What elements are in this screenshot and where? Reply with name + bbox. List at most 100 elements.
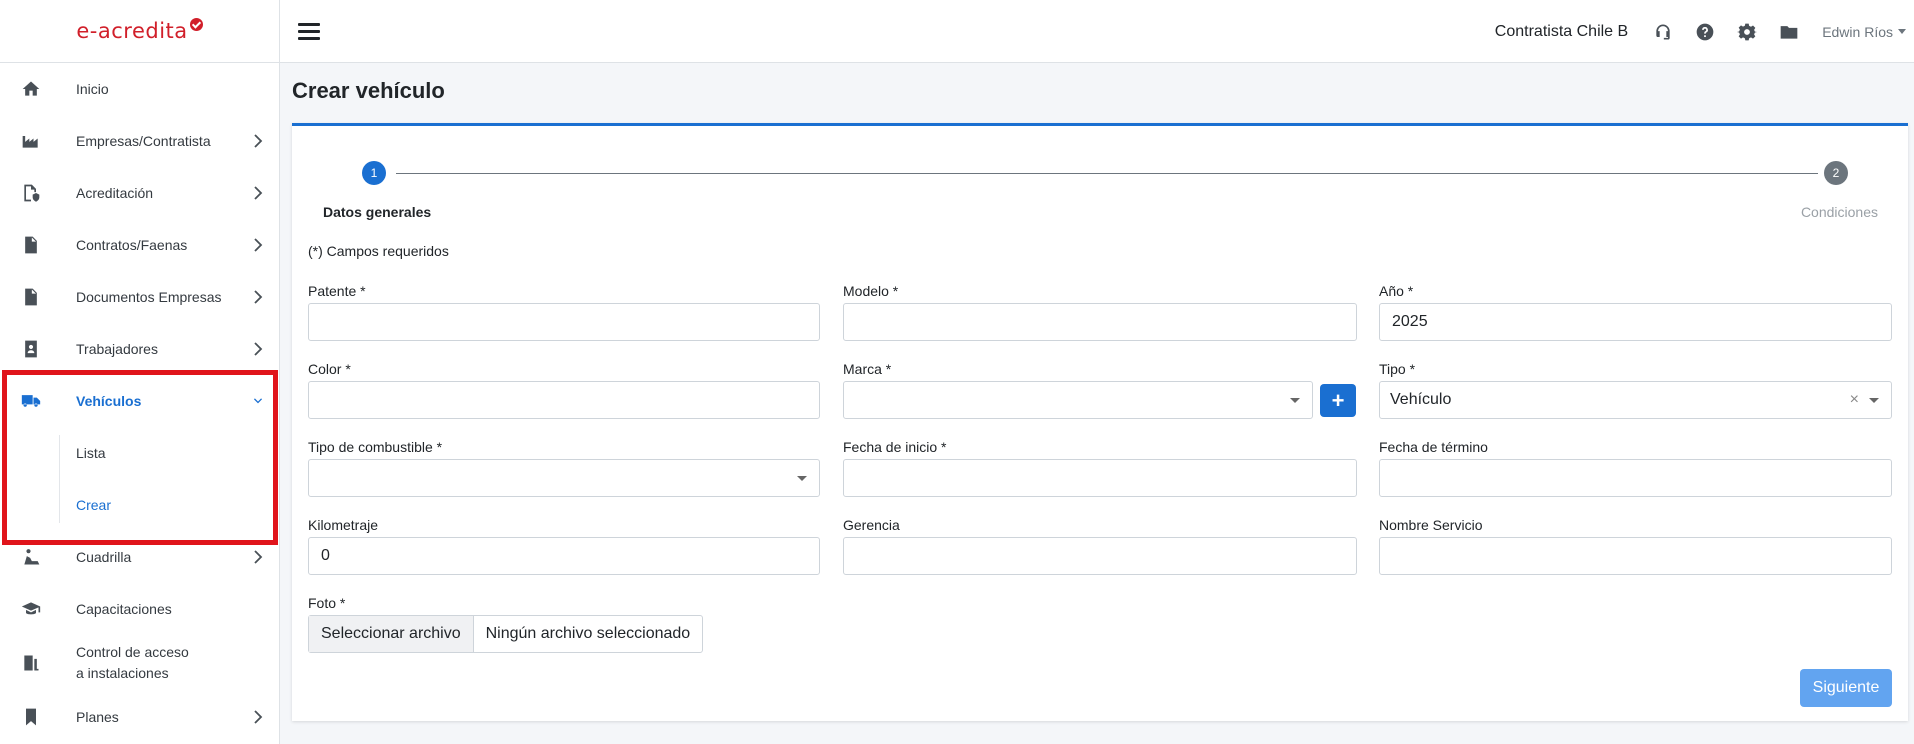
file-shield-icon: [20, 182, 42, 204]
sidebar-item-inicio[interactable]: Inicio: [0, 63, 279, 115]
step-1-label: Datos generales: [323, 204, 432, 220]
sidebar-item-cuadrilla[interactable]: Cuadrilla: [0, 531, 279, 583]
submenu-divider: [59, 435, 60, 523]
hamburger-menu-icon[interactable]: [298, 20, 320, 42]
caret-down-icon: [1898, 29, 1906, 34]
patente-label: Patente *: [308, 283, 366, 299]
sidebar-item-label: Control de acceso a instalaciones: [76, 642, 189, 684]
sidebar-item-label: Documentos Empresas: [76, 289, 222, 305]
topbar-right: Contratista Chile B Edwin Ríos: [1495, 0, 1906, 63]
sidebar-subitem-lista[interactable]: Lista: [0, 427, 279, 479]
combustible-label: Tipo de combustible *: [308, 439, 443, 455]
sidebar-subitem-crear[interactable]: Crear: [0, 479, 279, 531]
brand-name: e-acredita: [76, 19, 188, 43]
gear-icon[interactable]: [1736, 21, 1758, 43]
home-icon: [20, 78, 42, 100]
kilometraje-label: Kilometraje: [308, 517, 379, 533]
patente-input[interactable]: [308, 303, 820, 341]
sidebar-item-empresas[interactable]: Empresas/Contratista: [0, 115, 279, 167]
step-2-circle[interactable]: 2: [1824, 161, 1848, 185]
sidebar-item-label: Trabajadores: [76, 341, 158, 357]
modelo-label: Modelo *: [843, 283, 899, 299]
sidebar-item-label: Inicio: [76, 81, 109, 97]
tipo-select-value: Vehículo: [1390, 391, 1452, 408]
contract-icon: [20, 234, 42, 256]
sidebar-item-label: Planes: [76, 709, 119, 725]
sidebar-item-label: Acreditación: [76, 185, 154, 201]
sidebar-item-trabajadores[interactable]: Trabajadores: [0, 323, 279, 375]
fecha-inicio-input[interactable]: [843, 459, 1357, 497]
combustible-select[interactable]: [308, 459, 820, 497]
dropdown-arrow-icon: [1869, 398, 1879, 403]
gerencia-input[interactable]: [843, 537, 1357, 575]
next-button[interactable]: Siguiente: [1800, 669, 1892, 707]
nombre-servicio-input[interactable]: [1379, 537, 1892, 575]
marca-select[interactable]: [843, 381, 1313, 419]
bookmark-icon: [20, 706, 42, 728]
industry-icon: [20, 130, 42, 152]
fecha-termino-input[interactable]: [1379, 459, 1892, 497]
folder-icon[interactable]: [1778, 21, 1800, 43]
file-name-text: Ningún archivo seleccionado: [485, 625, 691, 642]
sidebar-item-capacitaciones[interactable]: Capacitaciones: [0, 583, 279, 635]
gerencia-label: Gerencia: [843, 517, 900, 533]
question-icon[interactable]: [1694, 21, 1716, 43]
nombre-servicio-label: Nombre Servicio: [1379, 517, 1483, 533]
page-title: Crear vehículo: [292, 78, 445, 103]
sidebar-subitem-label: Lista: [76, 445, 106, 461]
sidebar-item-documentos[interactable]: Documentos Empresas: [0, 271, 279, 323]
chevron-right-icon: [253, 134, 263, 148]
chevron-right-icon: [253, 186, 263, 200]
user-name: Edwin Ríos: [1822, 23, 1893, 40]
chevron-right-icon: [253, 238, 263, 252]
id-badge-icon: [20, 338, 42, 360]
sidebar-item-control-acceso[interactable]: Control de acceso a instalaciones: [0, 635, 279, 691]
sidebar-item-label-line2: a instalaciones: [76, 665, 169, 681]
brand-logo[interactable]: e-acredita: [0, 0, 279, 63]
sidebar-item-label: Empresas/Contratista: [76, 133, 211, 149]
sidebar-item-planes[interactable]: Planes: [0, 691, 279, 743]
select-file-button[interactable]: Seleccionar archivo: [309, 616, 474, 652]
chevron-right-icon: [253, 710, 263, 724]
sidebar-item-label-line1: Control de acceso: [76, 644, 189, 660]
tipo-label: Tipo *: [1379, 361, 1416, 377]
sidebar-item-acreditacion[interactable]: Acreditación: [0, 167, 279, 219]
dropdown-arrow-icon: [797, 476, 807, 481]
anio-input[interactable]: [1379, 303, 1892, 341]
clear-icon[interactable]: ×: [1850, 391, 1859, 409]
vehiculos-submenu: Lista Crear: [0, 427, 279, 531]
user-menu[interactable]: Edwin Ríos: [1822, 24, 1906, 40]
marca-label: Marca *: [843, 361, 892, 377]
topbar: Contratista Chile B Edwin Ríos: [280, 0, 1914, 63]
chevron-right-icon: [253, 342, 263, 356]
tipo-select[interactable]: Vehículo ×: [1379, 381, 1892, 419]
sidebar-item-vehiculos[interactable]: Vehículos: [0, 375, 279, 427]
sidebar-item-label: Capacitaciones: [76, 601, 172, 617]
color-input[interactable]: [308, 381, 820, 419]
color-label: Color *: [308, 361, 351, 377]
modelo-input[interactable]: [843, 303, 1357, 341]
step-2-label: Condiciones: [1800, 204, 1878, 220]
kilometraje-input[interactable]: [308, 537, 820, 575]
sidebar-item-label: Cuadrilla: [76, 549, 132, 565]
stepper-line: [396, 173, 1818, 174]
fecha-inicio-label: Fecha de inicio *: [843, 439, 947, 455]
chevron-right-icon: [253, 290, 263, 304]
graduation-cap-icon: [20, 598, 42, 620]
company-name: Contratista Chile B: [1494, 22, 1629, 40]
sidebar-item-contratos[interactable]: Contratos/Faenas: [0, 219, 279, 271]
sidebar-item-label: Vehículos: [76, 393, 142, 409]
sidebar: e-acredita Inicio Empresas/Contratista A…: [0, 0, 280, 744]
headset-icon[interactable]: [1652, 21, 1674, 43]
foto-file-input[interactable]: Seleccionar archivo Ningún archivo selec…: [308, 615, 704, 653]
document-icon: [20, 286, 42, 308]
foto-label: Foto *: [308, 595, 346, 611]
step-1-circle[interactable]: 1: [362, 161, 386, 185]
dropdown-arrow-icon: [1290, 398, 1300, 403]
add-marca-button[interactable]: +: [1320, 384, 1356, 417]
sidebar-item-label: Contratos/Faenas: [76, 237, 188, 253]
anio-label: Año *: [1379, 283, 1414, 299]
truck-icon: [20, 390, 42, 412]
worker-icon: [20, 546, 42, 568]
brand-check-icon: [189, 17, 203, 31]
